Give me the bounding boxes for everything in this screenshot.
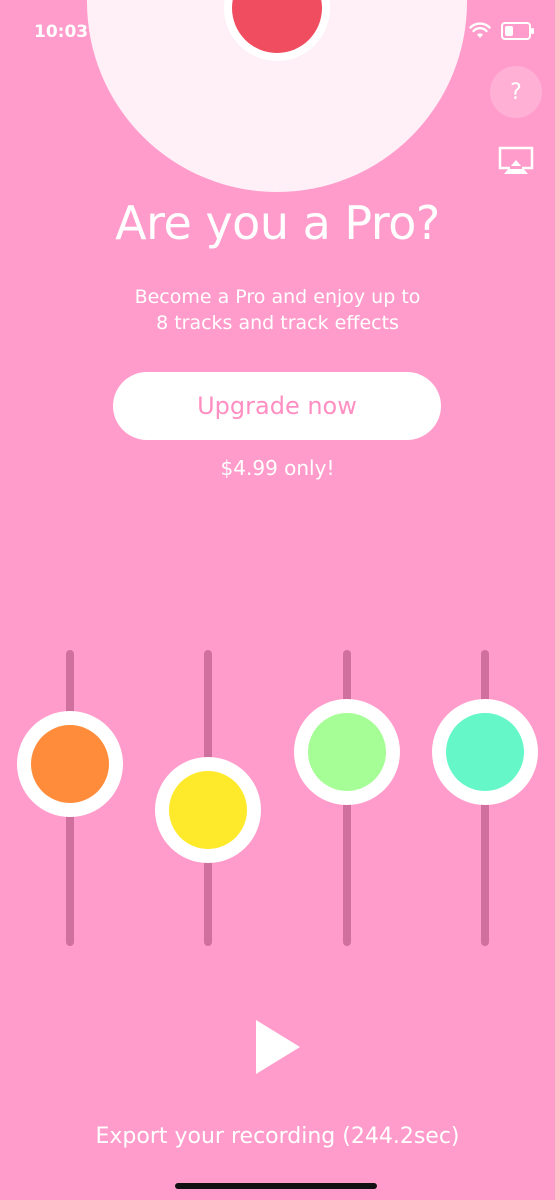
help-icon: ? (510, 79, 522, 105)
track-volume-slider-4[interactable] (432, 650, 538, 946)
track-volume-slider-1[interactable] (17, 650, 123, 946)
slider-knob[interactable] (294, 699, 400, 805)
status-time: 10:03 (34, 22, 89, 42)
upgrade-now-button[interactable]: Upgrade now (113, 372, 441, 440)
record-disc[interactable] (87, 0, 467, 192)
promo-subtitle: Become a Pro and enjoy up to 8 tracks an… (0, 284, 555, 336)
airplay-icon[interactable] (498, 146, 534, 176)
track-volume-slider-3[interactable] (294, 650, 400, 946)
help-button[interactable]: ? (490, 66, 542, 118)
record-button[interactable] (232, 0, 322, 53)
battery-icon (501, 22, 534, 40)
slider-knob[interactable] (432, 699, 538, 805)
promo-title: Are you a Pro? (115, 196, 440, 250)
price-label: $4.99 only! (220, 456, 335, 480)
play-icon[interactable] (256, 1020, 300, 1074)
upgrade-button-label: Upgrade now (197, 392, 357, 420)
home-indicator (175, 1183, 377, 1189)
promo-subtitle-line1: Become a Pro and enjoy up to (134, 286, 421, 308)
promo-subtitle-line2: 8 tracks and track effects (156, 312, 399, 334)
slider-knob[interactable] (17, 710, 123, 817)
track-volume-slider-2[interactable] (155, 650, 261, 946)
export-recording-button[interactable]: Export your recording (244.2sec) (0, 1124, 555, 1149)
slider-knob[interactable] (155, 756, 261, 863)
wifi-icon (469, 22, 491, 38)
status-icons (469, 22, 534, 40)
